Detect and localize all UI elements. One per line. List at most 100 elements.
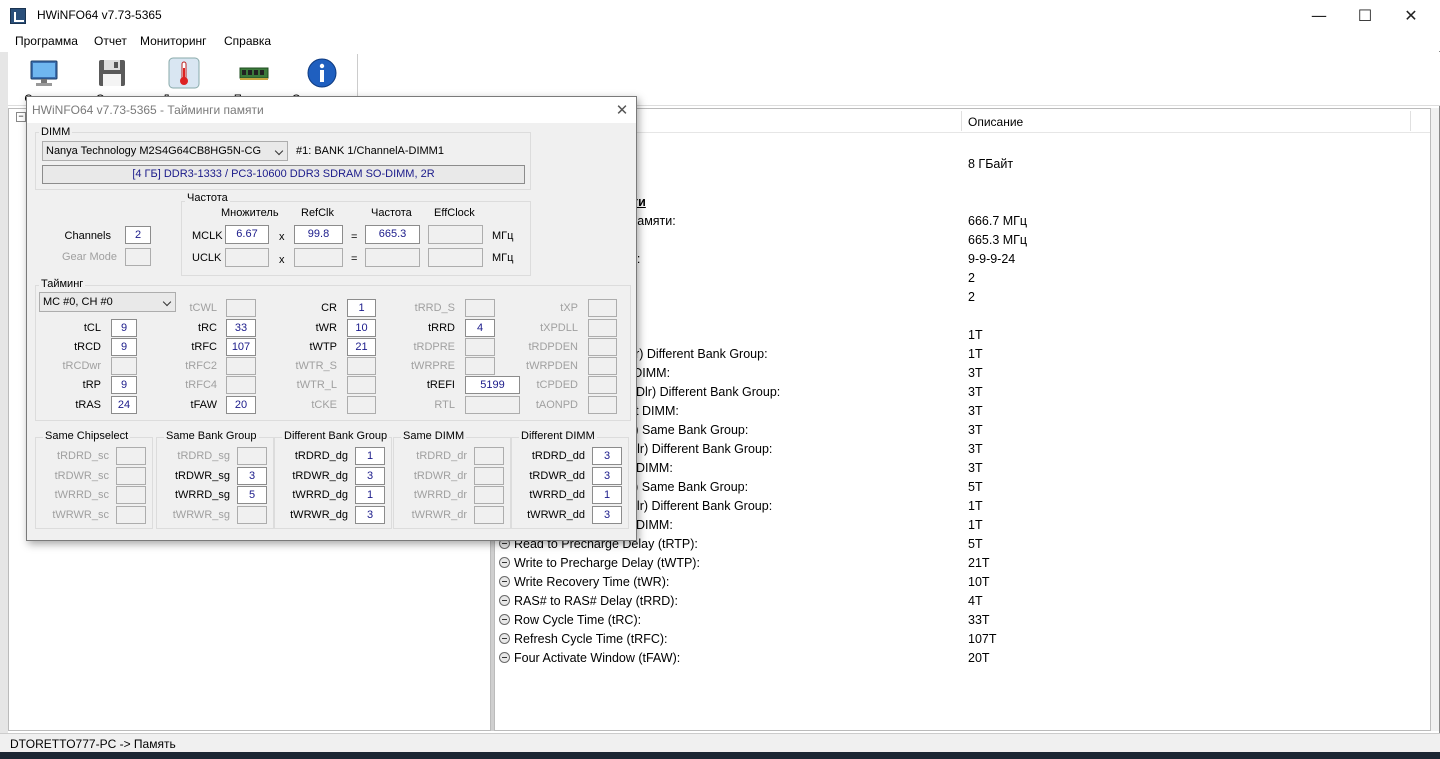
detail-row[interactable]: Row Cycle Time (tRC): 33T (495, 610, 1430, 629)
subtiming-value (474, 505, 504, 524)
dimm-select[interactable]: Nanya Technology M2S4G64CB8HG5N-CG (42, 141, 288, 161)
timing-label-tcwl: tCWL (189, 302, 218, 314)
timing-value-tcwl (226, 299, 256, 317)
timing-label-trefi: tREFI (426, 379, 455, 391)
column-divider-end[interactable] (1410, 111, 1411, 131)
info-icon (307, 58, 337, 88)
uclk-unit: МГц (492, 252, 514, 264)
uclk-effclock (428, 248, 483, 267)
status-text: DTORETTO777-PC -> Память (10, 737, 176, 751)
timing-label-twtr-s: tWTR_S (295, 360, 337, 372)
timing-label-twtp: tWTP (309, 341, 338, 353)
timing-value-tfaw: 20 (226, 396, 256, 414)
column-divider[interactable] (961, 111, 962, 131)
gear-mode-label: Gear Mode (61, 251, 117, 263)
detail-value: 3T (968, 423, 983, 437)
timing-value-trc: 33 (226, 319, 256, 337)
taskbar (0, 752, 1440, 759)
detail-row[interactable]: Four Activate Window (tFAW): 20T (495, 648, 1430, 667)
timing-label-trfc4: tRFC4 (185, 379, 217, 391)
uclk-label: UCLK (192, 252, 222, 264)
memory-controller-select[interactable]: MC #0, CH #0 (39, 292, 176, 312)
timing-entry-icon (499, 633, 510, 644)
subtiming-value: 3 (237, 466, 267, 485)
dimm-slot: #1: BANK 1/ChannelA-DIMM1 (296, 145, 444, 157)
timing-value-tcpded (588, 376, 617, 394)
menu-help[interactable]: Справка (224, 34, 271, 48)
timing-value-txpdll (588, 319, 617, 337)
window-title: HWiNFO64 v7.73-5365 (37, 8, 162, 22)
subtiming-label: tWRWR_dd (527, 508, 585, 521)
subtiming-label: tRDWR_sc (54, 469, 109, 482)
dimm-group-label: DIMM (39, 126, 73, 138)
subtiming-label: tRDRD_dd (531, 450, 585, 462)
detail-row[interactable]: Write Recovery Time (tWR): 10T (495, 572, 1430, 591)
monitor-icon (30, 60, 58, 86)
detail-row[interactable]: Write to Precharge Delay (tWTP): 21T (495, 553, 1430, 572)
dialog-title: HWiNFO64 v7.73-5365 - Тайминги памяти (32, 103, 264, 117)
detail-row[interactable]: Refresh Cycle Time (tRFC): 107T (495, 629, 1430, 648)
detail-value: 3T (968, 461, 983, 475)
timing-label-trc: tRC (198, 322, 217, 334)
detail-row[interactable]: RAS# to RAS# Delay (tRRD): 4T (495, 591, 1430, 610)
details-scrollbar[interactable] (1431, 108, 1439, 731)
detail-value: 5T (968, 537, 983, 551)
subtiming-label: tWRWR_sc (52, 508, 109, 521)
thermometer-icon (168, 57, 200, 89)
subtiming-label: tWRWR_dr (411, 508, 467, 521)
detail-value: 1T (968, 328, 983, 342)
gear-mode-value (125, 248, 151, 266)
timing-group-label: Тайминг (39, 278, 86, 290)
dimm-select-value: Nanya Technology M2S4G64CB8HG5N-CG (46, 145, 262, 157)
menu-report[interactable]: Отчет (94, 34, 127, 48)
timing-label-trfc2: tRFC2 (185, 360, 217, 372)
mclk-refclk: 99.8 (294, 225, 343, 244)
subtiming-value (474, 466, 504, 485)
timing-label-rtl: RTL (434, 399, 455, 411)
timing-value-twtp: 21 (347, 338, 376, 356)
timing-value-trdpre (465, 338, 495, 356)
detail-value: 9-9-9-24 (968, 252, 1016, 266)
timing-label-tras: tRAS (75, 399, 101, 411)
detail-value: 2 (968, 290, 975, 304)
subtiming-value: 3 (592, 466, 622, 485)
dialog-close-button[interactable]: ✕ (611, 99, 633, 121)
minimize-button[interactable]: — (1296, 0, 1342, 31)
timing-value-rtl (465, 396, 520, 414)
detail-value: 3T (968, 366, 983, 380)
timing-value-twtr-s (347, 357, 376, 375)
timing-label-tfaw: tFAW (190, 399, 217, 411)
subtiming-label: tRDRD_dg (294, 450, 348, 462)
detail-value: 3T (968, 385, 983, 399)
subtiming-label: tRDWR_sg (174, 469, 230, 482)
detail-value: 1T (968, 518, 983, 532)
detail-value: 665.3 МГц (968, 233, 1028, 247)
timing-entry-icon (499, 652, 510, 663)
floppy-disk-icon (99, 60, 125, 86)
timing-label-trfc: tRFC (191, 341, 217, 353)
timing-label-taonpd: tAONPD (535, 399, 578, 411)
timing-label-trrd: tRRD (428, 322, 455, 334)
uclk-frequency (365, 248, 420, 267)
detail-value: 10T (968, 575, 990, 589)
subtiming-label: tRDWR_dg (292, 469, 348, 482)
close-button[interactable]: ✕ (1388, 0, 1434, 31)
timing-value-trcd: 9 (111, 338, 137, 356)
menu-monitoring[interactable]: Мониторинг (140, 34, 207, 48)
subgroup-title: Different Bank Group (282, 430, 390, 442)
subtiming-value: 3 (355, 505, 385, 524)
chevron-down-icon (274, 146, 284, 156)
maximize-button[interactable]: ☐ (1342, 0, 1388, 31)
uclk-times: x (279, 254, 285, 266)
timing-value-trdpden (588, 338, 617, 356)
detail-value: 666.7 МГц (968, 214, 1028, 228)
detail-value: 33T (968, 613, 990, 627)
tree-collapse-icon[interactable]: − (16, 112, 26, 122)
subgroup-title: Same Chipselect (43, 430, 131, 442)
timing-value-twtr-l (347, 376, 376, 394)
detail-feature: Write Recovery Time (tWR): (514, 575, 670, 589)
column-description-header[interactable]: Описание (968, 115, 1023, 129)
subtiming-value (474, 486, 504, 504)
menu-program[interactable]: Программа (15, 34, 78, 48)
subtiming-label: tWRRD_sc (54, 489, 109, 501)
